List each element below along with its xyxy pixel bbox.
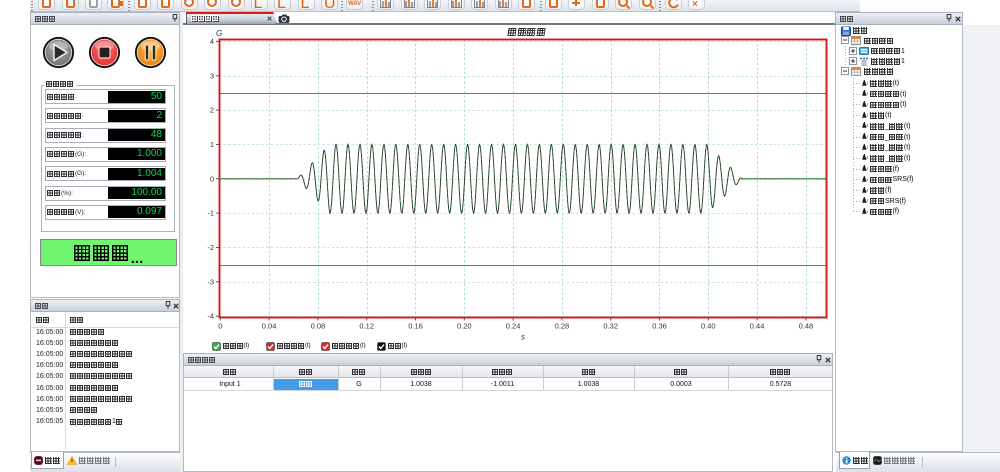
svg-text:0.44: 0.44 — [750, 322, 765, 331]
svg-text:0.20: 0.20 — [457, 322, 472, 331]
svg-text:0.16: 0.16 — [408, 322, 423, 331]
svg-text:1: 1 — [210, 140, 214, 149]
svg-text:0.36: 0.36 — [652, 322, 667, 331]
svg-text:0: 0 — [210, 174, 214, 183]
svg-text:-2: -2 — [207, 243, 214, 252]
svg-text:0.48: 0.48 — [799, 322, 814, 331]
svg-text:-1: -1 — [207, 209, 214, 218]
svg-text:0.40: 0.40 — [701, 322, 716, 331]
svg-text:0.08: 0.08 — [311, 322, 326, 331]
svg-text:0.28: 0.28 — [555, 322, 570, 331]
svg-text:0.04: 0.04 — [262, 322, 277, 331]
svg-text:0.32: 0.32 — [603, 322, 618, 331]
svg-text:G: G — [216, 29, 222, 38]
svg-text:4: 4 — [210, 37, 214, 46]
svg-text:0: 0 — [218, 322, 222, 331]
svg-text:3: 3 — [210, 71, 214, 80]
svg-text:s: s — [521, 333, 525, 342]
svg-text:-3: -3 — [207, 277, 214, 286]
svg-text:0.24: 0.24 — [506, 322, 521, 331]
svg-text:0.12: 0.12 — [359, 322, 374, 331]
svg-text:2: 2 — [210, 106, 214, 115]
svg-text:-4: -4 — [207, 312, 214, 321]
